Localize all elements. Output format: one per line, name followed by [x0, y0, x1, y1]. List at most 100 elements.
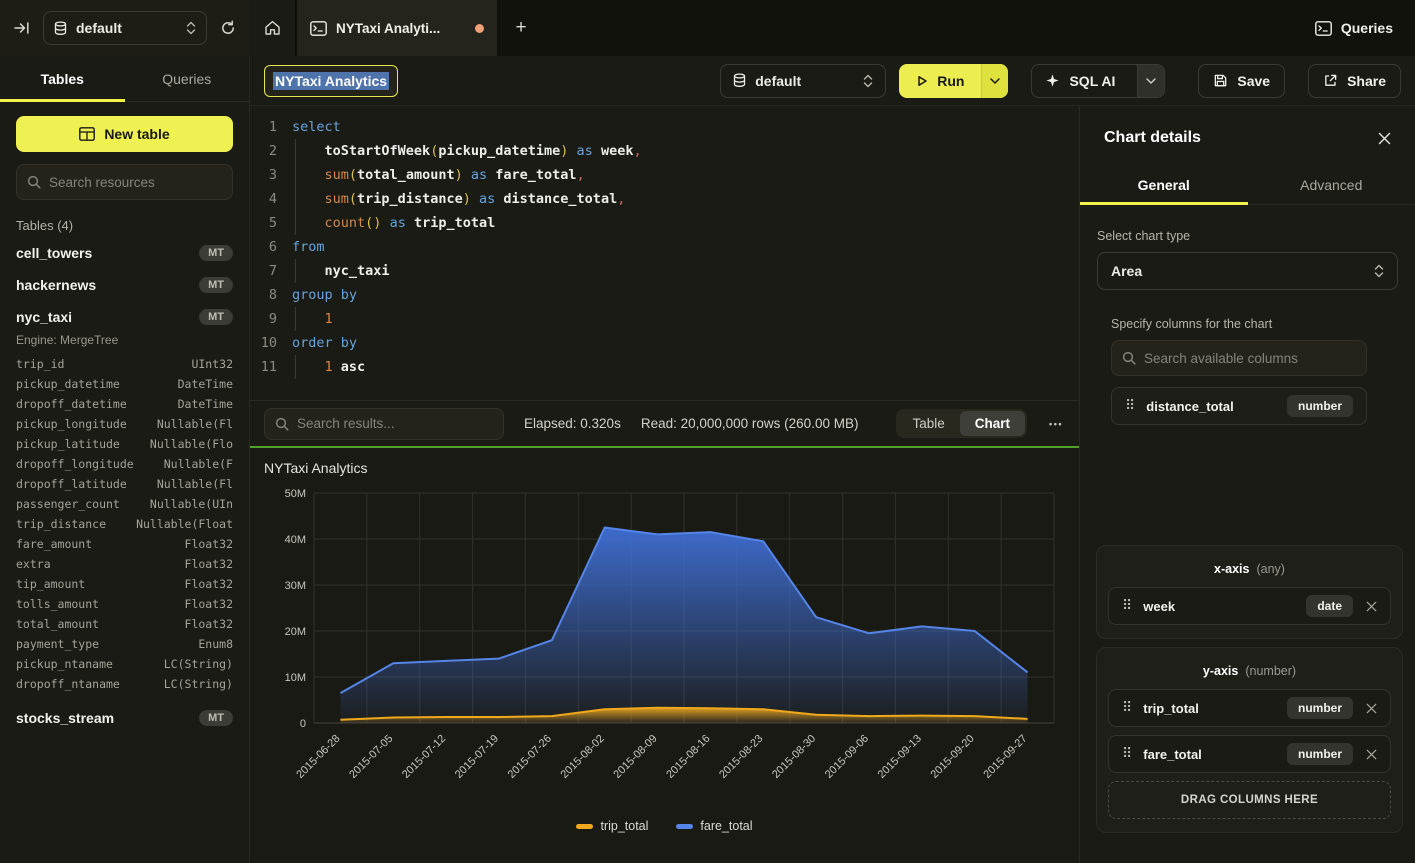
results-search-input[interactable]	[297, 416, 493, 431]
code-line-6[interactable]: 6from	[250, 235, 1079, 259]
code-line-2[interactable]: 2 toStartOfWeek(pickup_datetime) as week…	[250, 139, 1079, 163]
column-type: LC(String)	[164, 674, 233, 694]
column-name: pickup_datetime	[16, 374, 120, 394]
save-label: Save	[1237, 73, 1270, 89]
topbar-right: Queries	[1293, 0, 1415, 56]
drag-handle-icon[interactable]: ⠿	[1122, 598, 1132, 614]
drag-handle-icon[interactable]: ⠿	[1122, 746, 1132, 762]
view-toggle-chart[interactable]: Chart	[960, 411, 1025, 436]
save-button[interactable]: Save	[1198, 64, 1285, 98]
code-line-1[interactable]: 1select	[250, 115, 1079, 139]
engine-badge: MT	[199, 245, 233, 261]
drag-handle-icon[interactable]: ⠿	[1125, 398, 1135, 414]
query-database-selector[interactable]: default	[720, 64, 886, 98]
run-options-caret[interactable]	[981, 64, 1008, 98]
tables-section-title: Tables (4)	[0, 210, 249, 237]
code-line-9[interactable]: 9 1	[250, 307, 1079, 331]
column-name: pickup_ntaname	[16, 654, 113, 674]
table-row-hackernews[interactable]: hackernewsMT	[0, 269, 249, 301]
topbar-left: default	[0, 0, 250, 56]
column-name: dropoff_datetime	[16, 394, 127, 414]
line-number: 3	[250, 163, 292, 187]
line-code: 1	[292, 307, 1079, 331]
sidebar-tab-tables[interactable]: Tables	[0, 56, 125, 101]
table-name: cell_towers	[16, 245, 92, 261]
share-button[interactable]: Share	[1308, 64, 1401, 98]
refresh-icon[interactable]	[216, 16, 240, 40]
column-type: Nullable(Fl	[157, 414, 233, 434]
database-icon	[54, 21, 67, 36]
remove-column-icon[interactable]	[1364, 703, 1377, 714]
y-axis-column-fare_total[interactable]: ⠿fare_totalnumber	[1108, 735, 1391, 773]
table-row-cell_towers[interactable]: cell_towers MT	[0, 237, 249, 269]
legend-item-fare_total[interactable]: fare_total	[676, 819, 752, 833]
code-line-7[interactable]: 7 nyc_taxi	[250, 259, 1079, 283]
x-axis-column-week[interactable]: ⠿weekdate	[1108, 587, 1391, 625]
new-table-button[interactable]: New table	[16, 116, 233, 152]
legend-swatch	[576, 824, 593, 829]
table-row-stocks_stream[interactable]: stocks_streamMT	[0, 702, 249, 734]
chart-type-select[interactable]: Area	[1097, 252, 1398, 290]
column-row-pickup_datetime: pickup_datetimeDateTime	[0, 374, 249, 394]
code-line-4[interactable]: 4 sum(trip_distance) as distance_total,	[250, 187, 1079, 211]
tab-general[interactable]: General	[1080, 166, 1248, 204]
code-line-10[interactable]: 10order by	[250, 331, 1079, 355]
code-line-8[interactable]: 8group by	[250, 283, 1079, 307]
available-columns-list: ⠿distance_totalnumber	[1080, 387, 1415, 425]
svg-text:40M: 40M	[285, 534, 306, 546]
column-type: Float32	[185, 594, 233, 614]
run-button[interactable]: Run	[899, 64, 981, 98]
sql-editor[interactable]: 1select2 toStartOfWeek(pickup_datetime) …	[250, 106, 1079, 400]
tab-advanced[interactable]: Advanced	[1248, 166, 1415, 204]
tables-list: cell_towersMThackernewsMTnyc_taxiMTEngin…	[0, 237, 249, 734]
line-number: 6	[250, 235, 292, 259]
column-row-trip_distance: trip_distanceNullable(Float	[0, 514, 249, 534]
queries-button[interactable]: Queries	[1315, 20, 1393, 36]
drag-columns-dropzone[interactable]: DRAG COLUMNS HERE	[1108, 781, 1391, 819]
more-options-icon[interactable]: •••	[1047, 419, 1065, 429]
remove-column-icon[interactable]	[1364, 749, 1377, 760]
code-line-3[interactable]: 3 sum(total_amount) as fare_total,	[250, 163, 1079, 187]
play-icon	[916, 75, 928, 87]
columns-search-input[interactable]	[1144, 351, 1356, 366]
resources-search-input[interactable]	[49, 175, 222, 190]
new-tab-button[interactable]: +	[497, 0, 545, 56]
x-axis-constraint: (any)	[1256, 562, 1284, 576]
svg-text:2015-07-05: 2015-07-05	[347, 733, 395, 781]
y-axis-column-trip_total[interactable]: ⠿trip_totalnumber	[1108, 689, 1391, 727]
line-number: 9	[250, 307, 292, 331]
column-type: Float32	[185, 534, 233, 554]
drag-handle-icon[interactable]: ⠿	[1122, 700, 1132, 716]
query-title-input[interactable]: NYTaxi Analytics	[264, 65, 398, 97]
sidebar-tab-queries[interactable]: Queries	[125, 56, 250, 101]
y-axis-title: y-axis(number)	[1108, 656, 1391, 689]
available-column-distance_total[interactable]: ⠿distance_totalnumber	[1111, 387, 1367, 425]
home-tab[interactable]	[250, 0, 297, 56]
line-number: 11	[250, 355, 292, 379]
read-stat: Read: 20,000,000 rows (260.00 MB)	[641, 416, 859, 431]
elapsed-stat: Elapsed: 0.320s	[524, 416, 621, 431]
tab-nytaxi-analytics[interactable]: NYTaxi Analyti...	[297, 0, 497, 56]
close-icon[interactable]	[1378, 132, 1391, 145]
new-table-label: New table	[104, 126, 169, 142]
table-row-nyc_taxi[interactable]: nyc_taxiMT	[0, 301, 249, 333]
search-icon	[27, 175, 41, 189]
database-selector[interactable]: default	[43, 11, 207, 45]
sql-ai-caret[interactable]	[1137, 65, 1164, 97]
code-line-11[interactable]: 11 1 asc	[250, 355, 1079, 379]
view-toggle-table[interactable]: Table	[898, 411, 960, 436]
chart-panel: NYTaxi Analytics 010M20M30M40M50M2015-06…	[250, 448, 1079, 863]
database-icon	[733, 73, 746, 88]
column-type: Enum8	[198, 634, 233, 654]
column-row-payment_type: payment_typeEnum8	[0, 634, 249, 654]
sql-ai-button-group: SQL AI	[1031, 64, 1165, 98]
collapse-sidebar-icon[interactable]	[10, 17, 34, 39]
legend-item-trip_total[interactable]: trip_total	[576, 819, 648, 833]
svg-text:2015-08-23: 2015-08-23	[717, 733, 765, 781]
remove-column-icon[interactable]	[1364, 601, 1377, 612]
sql-ai-button[interactable]: SQL AI	[1032, 65, 1128, 97]
column-name: dropoff_longitude	[16, 454, 134, 474]
sparkle-icon	[1045, 73, 1060, 88]
code-line-5[interactable]: 5 count() as trip_total	[250, 211, 1079, 235]
queries-button-label: Queries	[1341, 20, 1393, 36]
